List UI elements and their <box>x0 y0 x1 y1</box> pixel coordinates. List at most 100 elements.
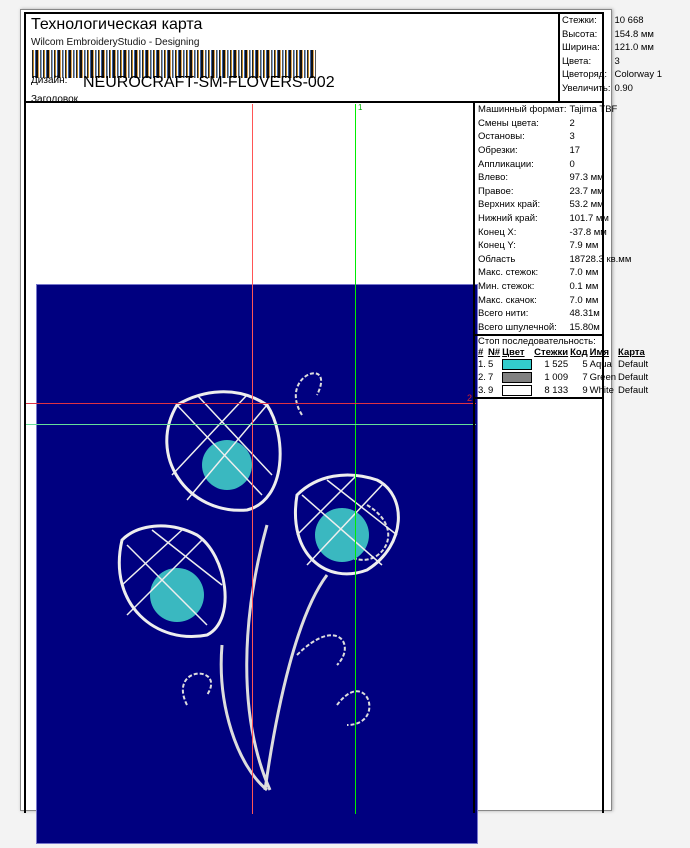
info-value: 7.0 мм <box>569 294 599 306</box>
info-label: Область <box>478 253 516 265</box>
stop-chart: Default <box>618 372 649 384</box>
info-row: Машинный формат: Tajima TBF <box>475 103 631 117</box>
red-guide-vertical <box>252 104 253 814</box>
info-label: Всего шпулечной: <box>478 321 557 333</box>
info-value: 0 <box>569 158 575 170</box>
header: Технологическая карта Wilcom EmbroideryS… <box>24 12 662 105</box>
info-label: Верхних край: <box>478 199 541 211</box>
stop-n: 5 <box>487 359 494 371</box>
info-row: Верхних край: 53.2 мм <box>475 198 631 212</box>
info-label: Правое: <box>478 185 514 197</box>
stop-idx: 2. <box>478 372 486 384</box>
info-label: Остановы: <box>478 131 525 143</box>
embroidery-design <box>117 372 400 792</box>
column-header: Стежки <box>534 347 569 359</box>
info-row: Обрезки: 17 <box>475 144 631 158</box>
stop-chart: Default <box>618 385 649 397</box>
stop-n: 9 <box>487 385 494 397</box>
info-label: Макс. скачок: <box>478 294 537 306</box>
info-row: Смены цвета: 2 <box>475 117 631 131</box>
column-header: Имя <box>589 347 610 359</box>
info-value: Colorway 1 <box>614 69 662 81</box>
info-value: 18728.3 кв.мм <box>569 253 632 265</box>
stop-stitches: 8 133 <box>544 385 569 397</box>
design-name: NEUROCRAFT-SM-FLOVERS-002 <box>83 74 335 91</box>
info-value: 97.3 мм <box>569 172 604 184</box>
info-row: Остановы: 3 <box>475 130 631 144</box>
details-panel: Машинный формат: Tajima TBF Смены цвета: 2 О… <box>473 103 648 813</box>
stop-name: White <box>589 385 614 397</box>
design-preview <box>24 103 478 844</box>
info-value: 7.9 мм <box>569 240 599 252</box>
info-label: Обрезки: <box>478 145 518 157</box>
info-value: 0.1 мм <box>569 281 599 293</box>
info-label: Цвета: <box>562 55 592 67</box>
info-value: 7.0 мм <box>569 267 599 279</box>
info-value: 10 668 <box>614 15 644 27</box>
info-value: 48.31м <box>569 308 600 320</box>
flower-left <box>117 524 227 638</box>
stop-row: 3. 9 8 133 9 White Default <box>478 384 650 397</box>
stop-name: Aqua <box>589 359 612 371</box>
stop-sequence-title: Стоп последовательность: <box>478 336 596 348</box>
stop-stitches: 1 525 <box>544 359 569 371</box>
info-label: Всего нити: <box>478 308 529 320</box>
green-guide-horizontal <box>26 424 476 425</box>
flower-right <box>294 473 400 576</box>
info-label: Машинный формат: <box>478 104 567 116</box>
red-guide-horizontal <box>26 403 476 404</box>
info-label: Макс. стежок: <box>478 267 539 279</box>
info-row: Мин. стежок: 0.1 мм <box>475 280 631 294</box>
color-swatch <box>502 358 534 371</box>
stop-sequence: Стоп последовательность: # N# Цвет Стежки Ко… <box>475 334 648 400</box>
info-value: 121.0 мм <box>614 42 654 54</box>
info-value: 3 <box>569 131 575 143</box>
info-label: Мин. стежок: <box>478 281 535 293</box>
info-row: Увеличить: 0.90 <box>560 82 664 96</box>
swatch <box>502 359 533 371</box>
green-guide-vertical <box>355 104 356 814</box>
info-label: Конец Y: <box>478 240 516 252</box>
info-row: Цветоряд: Colorway 1 <box>560 68 664 82</box>
info-value: 0.90 <box>614 82 633 94</box>
info-label: Высота: <box>562 28 598 40</box>
stop-code: 9 <box>582 385 588 397</box>
info-row: Нижний край: 101.7 мм <box>475 212 631 226</box>
info-label: Конец X: <box>478 226 517 238</box>
column-header: Код <box>570 347 588 359</box>
worksheet-page: Технологическая карта Wilcom EmbroideryS… <box>20 9 662 844</box>
column-header: N# <box>487 347 501 359</box>
info-value: 3 <box>614 55 620 67</box>
swatch <box>502 385 533 397</box>
info-row: Всего нити: 48.31м <box>475 307 631 321</box>
column-header: Карта <box>618 347 645 359</box>
info-value: 17 <box>569 145 581 157</box>
info-row: Влево: 97.3 мм <box>475 171 631 185</box>
info-label: Увеличить: <box>562 82 611 94</box>
stop-row: 2. 7 1 009 7 Green Default <box>478 371 650 384</box>
info-value: 53.2 мм <box>569 199 604 211</box>
page-title: Технологическая карта <box>31 16 203 33</box>
info-label: Ширина: <box>562 42 600 54</box>
info-label: Смены цвета: <box>478 117 539 129</box>
info-row: Ширина: 121.0 мм <box>560 41 664 55</box>
info-row: Стежки: 10 668 <box>560 14 664 28</box>
info-row: Макс. стежок: 7.0 мм <box>475 266 631 280</box>
flower-top <box>165 390 282 512</box>
info-value: Tajima TBF <box>569 104 618 116</box>
info-row: Макс. скачок: 7.0 мм <box>475 293 631 307</box>
info-row: Цвета: 3 <box>560 55 664 69</box>
flower-stems <box>219 524 329 792</box>
info-row: Конец X: -37.8 мм <box>475 225 631 239</box>
info-value: 2 <box>569 117 575 129</box>
swatch <box>502 372 533 384</box>
color-swatch <box>502 371 534 384</box>
stop-idx: 1. <box>478 359 486 371</box>
info-row: Всего шпулечной: 15.80м <box>475 321 631 335</box>
info-row: Область 18728.3 кв.мм <box>475 253 631 267</box>
stop-row: 1. 5 1 525 5 Aqua Default <box>478 358 650 371</box>
info-value: 101.7 мм <box>569 213 609 225</box>
info-value: -37.8 мм <box>569 226 607 238</box>
info-row: Аппликации: 0 <box>475 157 631 171</box>
red-guide-label: 2 <box>467 393 473 403</box>
